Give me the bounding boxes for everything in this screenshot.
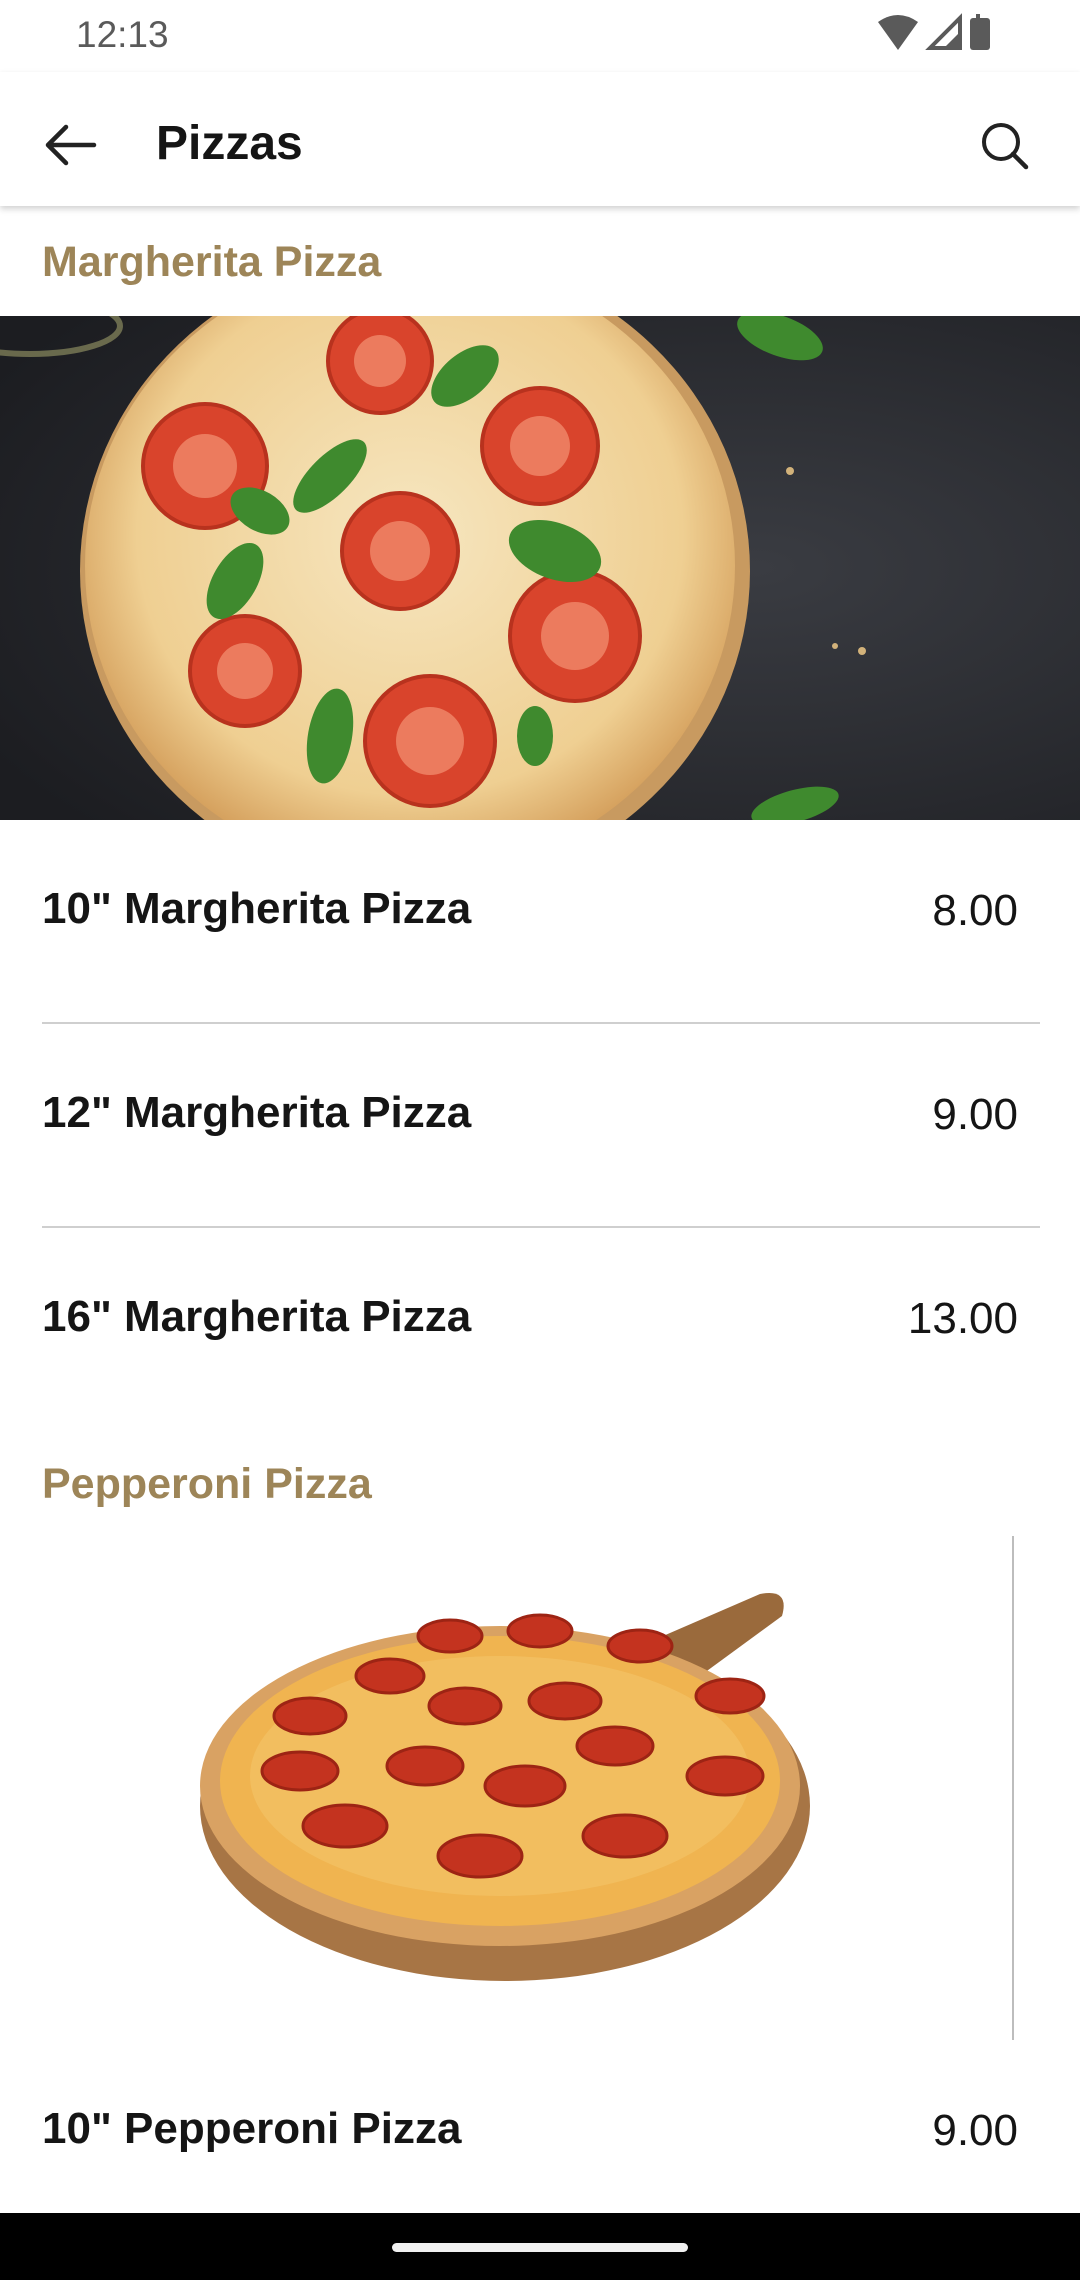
menu-item-name: 12" Margherita Pizza bbox=[42, 1088, 472, 1137]
margherita-pizza-image bbox=[0, 316, 1080, 820]
search-icon bbox=[982, 123, 1029, 170]
menu-item-row[interactable]: 10" Margherita Pizza 8.00 bbox=[42, 820, 1040, 1024]
search-button[interactable] bbox=[968, 109, 1040, 181]
status-bar: 12:13 bbox=[0, 0, 1080, 72]
cell-signal-icon bbox=[925, 13, 962, 50]
section-title-margherita: Margherita Pizza bbox=[42, 238, 382, 286]
arrow-left-icon bbox=[45, 124, 97, 166]
menu-item-price: 13.00 bbox=[907, 1294, 1018, 1343]
app-bar: Pizzas bbox=[0, 72, 1080, 206]
status-time: 12:13 bbox=[76, 14, 169, 55]
page-title: Pizzas bbox=[156, 117, 303, 170]
margherita-pizza-photo bbox=[0, 316, 1080, 820]
menu-item-price: 8.00 bbox=[932, 886, 1018, 935]
pepperoni-pizza-image bbox=[0, 1536, 1080, 2040]
home-gesture-handle[interactable] bbox=[392, 2243, 688, 2252]
back-button[interactable] bbox=[34, 109, 106, 181]
menu-item-price: 9.00 bbox=[932, 2106, 1018, 2155]
battery-icon bbox=[970, 14, 990, 50]
pepperoni-pizza-photo bbox=[0, 1536, 1080, 2040]
wifi-icon bbox=[878, 15, 918, 50]
menu-item-price: 9.00 bbox=[932, 1090, 1018, 1139]
menu-item-row[interactable]: 16" Margherita Pizza 13.00 bbox=[42, 1228, 1040, 1432]
menu-item-name: 10" Margherita Pizza bbox=[42, 884, 472, 933]
menu-item-row[interactable]: 12" Margherita Pizza 9.00 bbox=[42, 1024, 1040, 1228]
menu-item-name: 16" Margherita Pizza bbox=[42, 1292, 472, 1341]
system-nav-bar bbox=[0, 2213, 1080, 2280]
status-icons bbox=[878, 13, 990, 50]
section-title-pepperoni: Pepperoni Pizza bbox=[42, 1460, 372, 1508]
menu-item-name: 10" Pepperoni Pizza bbox=[42, 2104, 462, 2153]
